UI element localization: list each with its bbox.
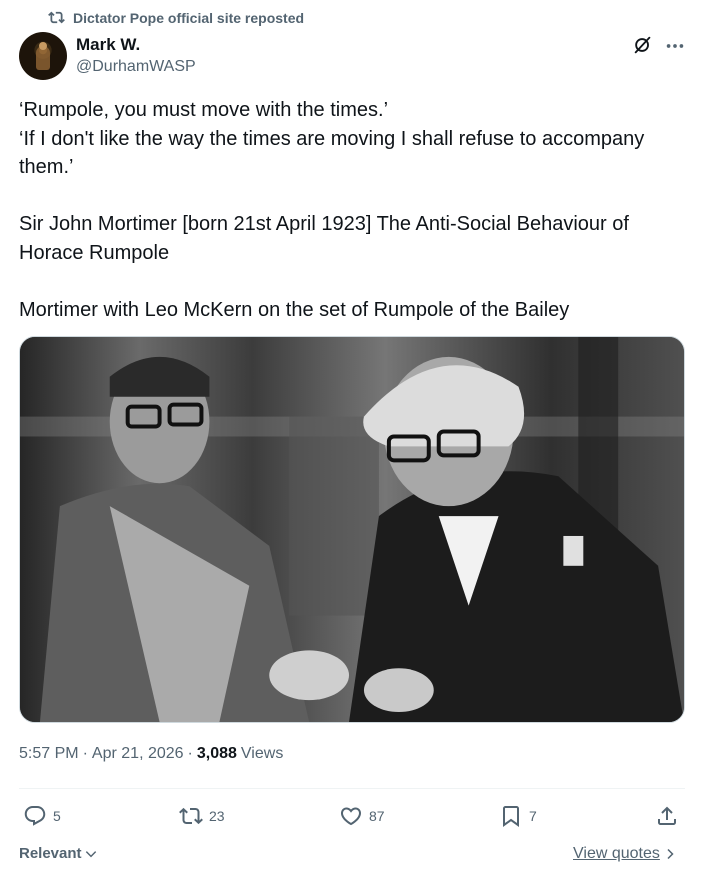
repost-button[interactable]: 23 [179,804,225,828]
tweet-photo[interactable] [19,336,685,723]
action-bar: 5 23 87 7 [19,800,685,834]
share-button[interactable] [655,804,679,828]
separator: · [187,745,193,762]
reply-icon [24,806,46,826]
bookmark-icon [503,806,519,827]
heart-icon [340,807,362,826]
repost-label: Dictator Pope official site reposted [73,9,305,26]
chevron-right-icon [667,848,674,860]
author-handle[interactable]: @DurhamWASP [76,58,196,76]
divider [19,788,685,789]
reply-button[interactable]: 5 [23,804,61,828]
sort-relevant-dropdown[interactable]: Relevant [19,845,98,862]
separator: · [82,745,88,762]
views-label: Views [240,745,284,762]
chevron-down-icon [85,850,96,857]
tweet-line: ‘If I don't like the way the times are m… [19,127,645,179]
grok-icon[interactable] [632,34,654,56]
repost-count: 23 [209,808,225,824]
share-icon [658,806,676,825]
author-name[interactable]: Mark W. [76,35,140,55]
bookmark-count: 7 [529,808,537,824]
tweet-line: Sir John Mortimer [born 21st April 1923]… [19,213,629,264]
line-break [19,182,679,211]
bookmark-button[interactable]: 7 [499,804,537,828]
sort-label: Relevant [19,845,82,862]
views-count: 3,088 [196,745,237,762]
tweet-time[interactable]: 5:57 PM [19,745,79,763]
photo-illustration [20,337,684,722]
view-quotes-link[interactable]: View quotes [573,845,676,863]
repost-icon [179,807,203,825]
like-count: 87 [369,808,385,824]
avatar[interactable] [19,32,67,80]
line-break [19,267,679,296]
tweet-text: ‘Rumpole, you must move with the times.’… [19,96,679,324]
view-quotes-label: View quotes [573,845,660,862]
like-button[interactable]: 87 [339,804,385,828]
avatar-face [39,42,47,50]
repost-indicator[interactable]: Dictator Pope official site reposted [48,9,304,26]
tweet-date[interactable]: Apr 21, 2026 [92,745,184,763]
more-options-icon[interactable] [664,35,686,57]
tweet-meta: 5:57 PM · Apr 21, 2026 · 3,088 Views [19,745,283,763]
retweet-icon [48,11,65,24]
tweet-line: Mortimer with Leo McKern on the set of R… [19,298,570,321]
reply-count: 5 [53,808,61,824]
tweet-line: ‘Rumpole, you must move with the times.’ [19,99,389,121]
